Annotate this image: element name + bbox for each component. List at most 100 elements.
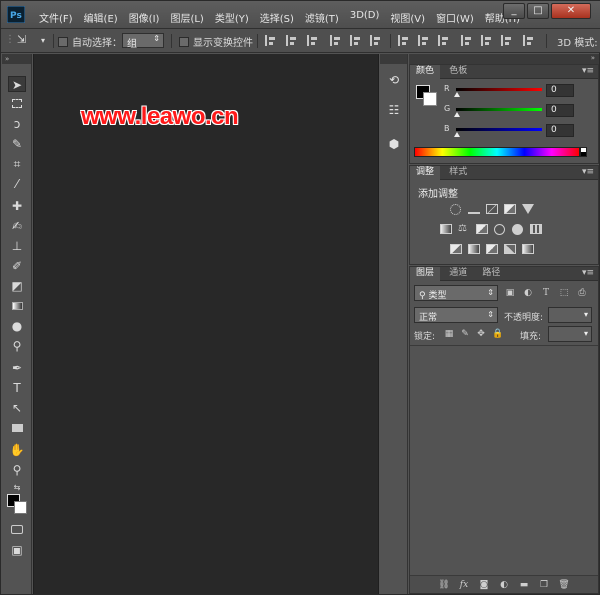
- align-right-icon[interactable]: [370, 35, 381, 46]
- link-layers-icon[interactable]: ⛓: [438, 579, 450, 591]
- lock-transparency-icon[interactable]: ▦: [444, 329, 454, 339]
- tab-color[interactable]: 颜色: [410, 65, 441, 79]
- properties-panel-icon[interactable]: ☷: [384, 100, 404, 120]
- distribute-left-icon[interactable]: [461, 35, 472, 46]
- vibrance-icon[interactable]: [522, 204, 534, 214]
- auto-select-option[interactable]: 自动选择：: [58, 34, 122, 49]
- new-adjustment-layer-icon[interactable]: ◐: [498, 579, 510, 591]
- posterize-icon[interactable]: [468, 244, 480, 254]
- color-background-swatch[interactable]: [423, 92, 437, 106]
- tab-styles[interactable]: 样式: [443, 166, 473, 180]
- auto-align-icon[interactable]: [523, 35, 534, 46]
- hue-saturation-icon[interactable]: [440, 224, 452, 234]
- maximize-button[interactable]: □: [527, 3, 549, 19]
- align-vcenter-icon[interactable]: [286, 35, 297, 46]
- quick-select-tool-icon[interactable]: ✎: [8, 136, 26, 152]
- threshold-icon[interactable]: [486, 244, 498, 254]
- delete-layer-icon[interactable]: 🗑: [558, 579, 570, 591]
- blur-tool-icon[interactable]: ●: [8, 318, 26, 334]
- background-color-swatch[interactable]: [14, 501, 27, 514]
- color-lookup-icon[interactable]: [530, 224, 542, 234]
- quick-mask-icon[interactable]: [8, 522, 26, 538]
- panels-collapse-icon[interactable]: »: [409, 54, 599, 64]
- minimize-button[interactable]: _: [503, 3, 525, 19]
- align-hcenter-icon[interactable]: [350, 35, 361, 46]
- zoom-tool-icon[interactable]: ⚲: [8, 462, 26, 478]
- blue-slider[interactable]: B 0: [444, 124, 594, 138]
- distribute-bottom-icon[interactable]: [438, 35, 449, 46]
- layer-filter-dropdown[interactable]: ⚲ 类型 ⇕: [414, 285, 498, 301]
- dodge-tool-icon[interactable]: ⚲: [8, 338, 26, 354]
- distribute-vcenter-icon[interactable]: [418, 35, 429, 46]
- lock-all-icon[interactable]: 🔒: [492, 329, 503, 339]
- show-transform-option[interactable]: 显示变换控件: [179, 34, 253, 49]
- marquee-tool-icon[interactable]: [8, 96, 26, 112]
- crop-tool-icon[interactable]: ⌗: [8, 156, 26, 172]
- distribute-top-icon[interactable]: [398, 35, 409, 46]
- red-slider-track[interactable]: [456, 88, 542, 91]
- red-value-field[interactable]: 0: [546, 84, 574, 97]
- filter-type-icon[interactable]: T: [541, 288, 551, 298]
- auto-select-checkbox[interactable]: [58, 37, 68, 47]
- hand-tool-icon[interactable]: ✋: [8, 442, 26, 458]
- lock-position-icon[interactable]: ✥: [476, 329, 486, 339]
- color-spectrum-bar[interactable]: [414, 147, 580, 157]
- red-slider-knob[interactable]: [454, 92, 460, 97]
- eraser-tool-icon[interactable]: ◩: [8, 278, 26, 294]
- panel-menu-icon[interactable]: ▾≡: [582, 268, 594, 278]
- layer-style-icon[interactable]: fx: [458, 579, 470, 591]
- menu-window[interactable]: 窗口(W): [436, 10, 480, 25]
- black-white-ramp[interactable]: [580, 147, 587, 157]
- screen-mode-icon[interactable]: ▣: [8, 542, 26, 558]
- black-white-icon[interactable]: [476, 224, 488, 234]
- tab-layers[interactable]: 图层: [410, 267, 441, 281]
- brightness-contrast-icon[interactable]: [450, 204, 461, 215]
- blue-slider-knob[interactable]: [454, 132, 460, 137]
- red-slider[interactable]: R 0: [444, 84, 594, 98]
- menu-3d[interactable]: 3D(D): [350, 10, 386, 25]
- blue-slider-track[interactable]: [456, 128, 542, 131]
- tool-preset-chevron-icon[interactable]: ▾: [41, 36, 45, 45]
- filter-pixel-icon[interactable]: ▣: [505, 288, 515, 298]
- opacity-field[interactable]: ▾: [548, 307, 592, 323]
- tab-swatches[interactable]: 色板: [443, 65, 473, 79]
- lasso-tool-icon[interactable]: ↄ: [8, 116, 26, 132]
- layer-list[interactable]: [410, 345, 598, 573]
- history-brush-tool-icon[interactable]: ✐: [8, 258, 26, 274]
- green-value-field[interactable]: 0: [546, 104, 574, 117]
- filter-smart-object-icon[interactable]: ⎙: [577, 288, 587, 298]
- selective-color-icon[interactable]: [504, 244, 516, 254]
- close-button[interactable]: ✕: [551, 3, 591, 19]
- new-group-icon[interactable]: ▬: [518, 579, 530, 591]
- menu-select[interactable]: 选择(S): [260, 10, 300, 25]
- photo-filter-icon[interactable]: [494, 224, 505, 235]
- tools-collapse-icon[interactable]: »: [2, 54, 31, 64]
- gradient-tool-icon[interactable]: [8, 298, 26, 314]
- document-canvas[interactable]: www.leawo.cn: [33, 54, 379, 594]
- menu-type[interactable]: 类型(Y): [215, 10, 255, 25]
- rectangle-tool-icon[interactable]: [8, 420, 26, 436]
- filter-shape-icon[interactable]: ⬚: [559, 288, 569, 298]
- menu-file[interactable]: 文件(F): [39, 10, 79, 25]
- new-layer-icon[interactable]: ❐: [538, 579, 550, 591]
- align-left-icon[interactable]: [330, 35, 341, 46]
- show-transform-checkbox[interactable]: [179, 37, 189, 47]
- tab-channels[interactable]: 通道: [443, 267, 473, 281]
- history-panel-icon[interactable]: ⟲: [384, 70, 404, 90]
- brush-tool-icon[interactable]: ✍: [8, 218, 26, 234]
- invert-icon[interactable]: [450, 244, 462, 254]
- color-balance-icon[interactable]: ⚖: [458, 224, 470, 234]
- type-tool-icon[interactable]: T: [8, 380, 26, 396]
- exposure-icon[interactable]: [504, 204, 516, 214]
- move-tool-icon[interactable]: ⇲: [17, 33, 26, 46]
- tab-paths[interactable]: 路径: [476, 267, 506, 281]
- align-bottom-icon[interactable]: [307, 35, 318, 46]
- menu-edit[interactable]: 编辑(E): [84, 10, 124, 25]
- menu-filter[interactable]: 滤镜(T): [305, 10, 345, 25]
- menu-layer[interactable]: 图层(L): [170, 10, 209, 25]
- auto-select-dropdown[interactable]: 组 ⇕: [122, 33, 164, 50]
- dock-collapse-icon[interactable]: [380, 54, 407, 64]
- distribute-right-icon[interactable]: [501, 35, 512, 46]
- clone-stamp-tool-icon[interactable]: ⊥: [8, 238, 26, 254]
- add-mask-icon[interactable]: ◙: [478, 579, 490, 591]
